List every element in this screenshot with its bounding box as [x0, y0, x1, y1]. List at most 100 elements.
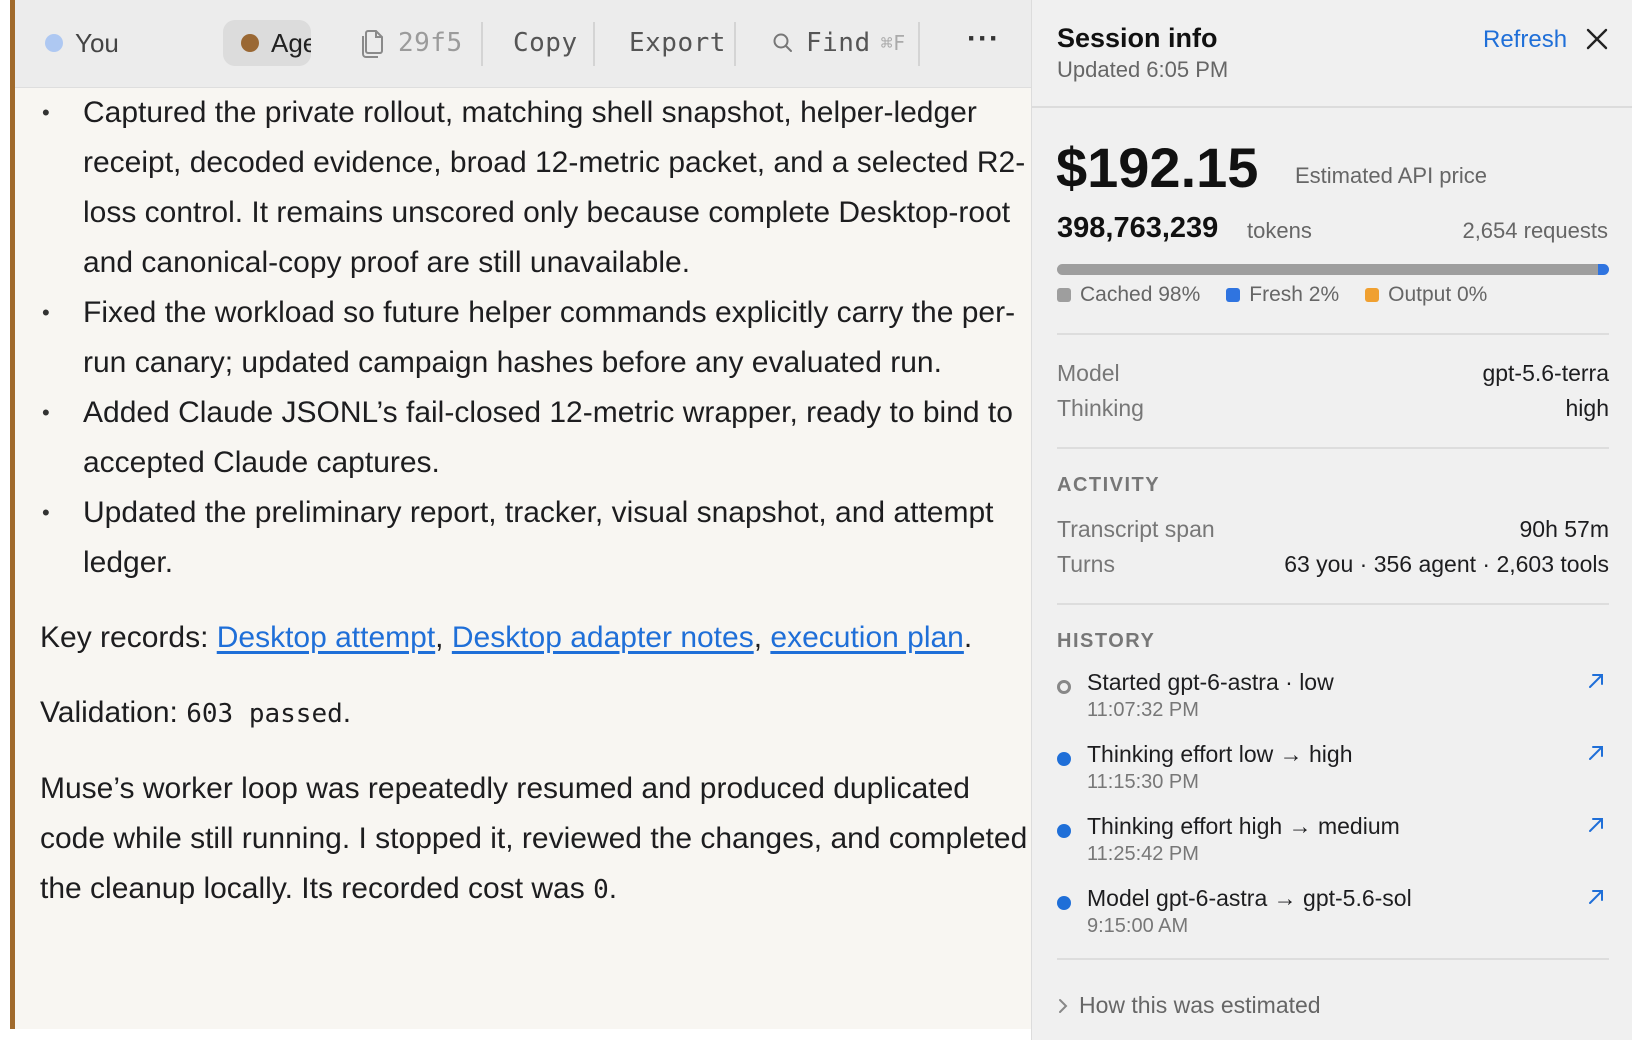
session-info-panel: Session info Updated 6:05 PM Refresh $19… — [1031, 0, 1632, 1040]
key-records-label: Key records: — [40, 621, 217, 654]
legend-item: Output 0% — [1365, 283, 1487, 307]
find-button[interactable]: Find ⌘F — [772, 20, 906, 66]
model-value: gpt-5.6-terra — [1482, 360, 1609, 386]
model-row: Model gpt-5.6-terra — [1057, 360, 1609, 387]
document-icon — [360, 27, 386, 59]
thinking-label: Thinking — [1057, 395, 1144, 421]
span-label: Transcript span — [1057, 516, 1215, 542]
desktop-adapter-notes-link[interactable]: Desktop adapter notes — [452, 621, 754, 654]
history-time: 11:07:32 PM — [1087, 699, 1199, 721]
history-list: Started gpt-6-astra · low 11:07:32 PM Th… — [1057, 666, 1619, 932]
turns-row: Turns 63 you · 356 agent · 2,603 tools — [1057, 551, 1609, 578]
transcript-span-row: Transcript span 90h 57m — [1057, 516, 1609, 543]
message-content: Captured the private rollout, matching s… — [40, 88, 1030, 915]
chevron-right-icon — [1059, 998, 1068, 1013]
divider — [1057, 447, 1609, 449]
agent-label: Agent — [271, 27, 311, 58]
file-id-label: 29f5 — [398, 28, 463, 58]
tokens-label: tokens — [1247, 218, 1312, 243]
activity-heading: ACTIVITY — [1057, 474, 1161, 496]
history-item: Model gpt-6-astra → gpt-5.6-sol 9:15:00 … — [1057, 882, 1619, 932]
history-item: Thinking effort high → medium 11:25:42 P… — [1057, 810, 1619, 882]
history-text: Thinking effort high → medium — [1087, 813, 1400, 839]
agent-filter-button[interactable]: Agent — [223, 20, 311, 66]
usage-legend: Cached 98% Fresh 2% Output 0% — [1057, 283, 1513, 307]
legend-label: Cached 98% — [1080, 283, 1201, 306]
request-count: 2,654 requests — [1462, 218, 1608, 243]
history-dot-icon — [1057, 896, 1071, 910]
open-arrow-icon[interactable] — [1585, 742, 1607, 764]
legend-item: Fresh 2% — [1226, 283, 1339, 307]
usage-segment — [1057, 264, 1598, 275]
validation-code: 603 passed — [186, 699, 343, 729]
history-heading: HISTORY — [1057, 630, 1156, 652]
legend-swatch — [1226, 288, 1241, 302]
you-dot-icon — [45, 34, 63, 52]
file-id-button[interactable]: 29f5 — [360, 20, 475, 66]
history-time: 9:15:00 AM — [1087, 915, 1189, 932]
list-item: Captured the private rollout, matching s… — [40, 88, 1030, 288]
validation-label: Validation: — [40, 696, 187, 729]
history-dot-icon — [1057, 824, 1071, 838]
transcript-toolbar: You Agent 29f5 Copy Export Find ⌘F — [15, 0, 1031, 88]
toolbar-divider — [734, 22, 736, 66]
history-item: Thinking effort low → high 11:15:30 PM — [1057, 738, 1619, 810]
copy-button[interactable]: Copy — [513, 20, 578, 66]
divider — [1057, 603, 1609, 605]
list-item: Fixed the workload so future helper comm… — [40, 288, 1030, 388]
thinking-row: Thinking high — [1057, 395, 1609, 422]
history-dot-icon — [1057, 752, 1071, 766]
estimated-price: $192.15 — [1056, 136, 1259, 199]
muse-cost-code: 0 — [593, 875, 609, 905]
history-time: 11:15:30 PM — [1087, 771, 1199, 793]
divider — [1057, 333, 1609, 335]
legend-label: Fresh 2% — [1249, 283, 1340, 306]
toolbar-divider — [481, 22, 483, 66]
history-dot-icon — [1057, 680, 1071, 694]
copy-label: Copy — [513, 28, 578, 58]
open-arrow-icon[interactable] — [1585, 886, 1607, 908]
open-arrow-icon[interactable] — [1585, 670, 1607, 692]
history-time: 11:25:42 PM — [1087, 843, 1199, 865]
legend-swatch — [1057, 288, 1071, 302]
panel-header: Session info Updated 6:05 PM Refresh — [1032, 0, 1632, 108]
export-label: Export — [629, 28, 726, 58]
more-icon: ··· — [967, 22, 1000, 55]
open-arrow-icon[interactable] — [1585, 814, 1607, 836]
usage-segment — [1597, 264, 1609, 275]
list-item: Updated the preliminary report, tracker,… — [40, 488, 1030, 588]
you-label: You — [75, 27, 119, 58]
how-estimated-disclosure[interactable]: How this was estimated — [1057, 992, 1321, 1019]
transcript-pane: You Agent 29f5 Copy Export Find ⌘F — [10, 0, 1031, 1029]
span-value: 90h 57m — [1519, 516, 1609, 542]
token-count: 398,763,239 — [1057, 212, 1219, 244]
search-icon — [772, 32, 794, 54]
thinking-value: high — [1565, 395, 1609, 421]
find-shortcut: ⌘F — [880, 31, 906, 55]
history-text: Model gpt-6-astra → gpt-5.6-sol — [1087, 885, 1412, 911]
refresh-button[interactable]: Refresh — [1483, 26, 1567, 54]
turns-label: Turns — [1057, 551, 1115, 577]
toolbar-divider — [593, 22, 595, 66]
legend-label: Output 0% — [1388, 283, 1488, 306]
execution-plan-link[interactable]: execution plan — [770, 621, 963, 654]
history-text: Thinking effort low → high — [1087, 741, 1353, 767]
muse-text: Muse’s worker loop was repeatedly resume… — [40, 772, 1028, 905]
you-filter-button[interactable]: You — [45, 20, 165, 66]
price-label: Estimated API price — [1295, 163, 1487, 188]
legend-item: Cached 98% — [1057, 283, 1200, 307]
history-text: Started gpt-6-astra · low — [1087, 669, 1334, 695]
divider — [1057, 958, 1609, 960]
legend-swatch — [1365, 288, 1380, 302]
panel-title: Session info — [1057, 23, 1218, 53]
desktop-attempt-link[interactable]: Desktop attempt — [217, 621, 435, 654]
validation-paragraph: Validation: 603 passed. — [40, 696, 352, 729]
more-options-button[interactable]: ··· — [967, 16, 1000, 62]
close-icon[interactable] — [1582, 24, 1612, 54]
history-item: Started gpt-6-astra · low 11:07:32 PM — [1057, 666, 1619, 738]
export-button[interactable]: Export — [629, 20, 726, 66]
list-item: Added Claude JSONL’s fail-closed 12-metr… — [40, 388, 1030, 488]
how-estimated-label: How this was estimated — [1079, 992, 1321, 1018]
toolbar-divider — [918, 22, 920, 66]
find-label: Find — [806, 28, 871, 58]
